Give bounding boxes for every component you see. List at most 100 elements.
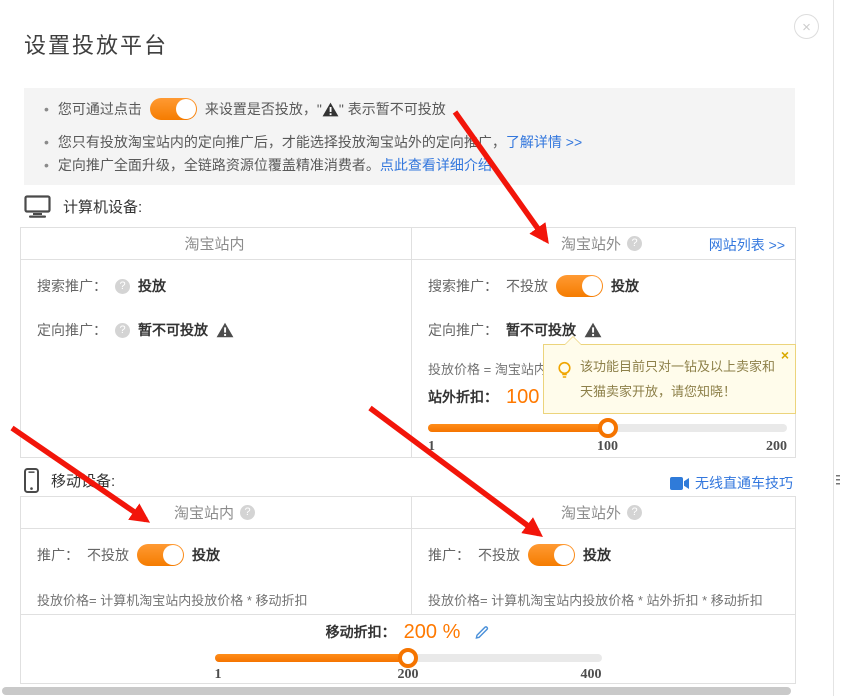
toggle-off-label: 不投放 — [87, 545, 129, 565]
learn-more-link[interactable]: 了解详情 >> — [506, 132, 582, 152]
edit-icon[interactable] — [474, 624, 490, 640]
horizontal-scrollbar[interactable] — [2, 687, 791, 695]
mobile-table-header: 淘宝站内 淘宝站外 — [21, 497, 795, 529]
computer-inside-cell: 搜索推广： 投放 定向推广： 暂不可投放 — [37, 259, 397, 341]
toggle-on-label: 投放 — [192, 545, 220, 565]
bullet-icon: • — [44, 134, 49, 150]
mobile-section-title: 移动设备: — [51, 470, 115, 491]
mobile-outside-formula: 投放价格= 计算机淘宝站内投放价格 * 站外折扣 * 移动折扣 — [428, 590, 787, 609]
outside-discount-slider[interactable] — [428, 424, 787, 432]
computer-icon — [24, 195, 51, 218]
warning-icon — [584, 322, 602, 338]
slider-ticks: 1 200 400 — [215, 668, 602, 682]
outside-discount-label: 站外折扣： — [428, 387, 498, 407]
toggle-knob — [176, 99, 196, 119]
toggle-knob — [582, 276, 602, 296]
info-box: • 您可通过点击 来设置是否投放，" " 表示暂不可投放 • 您只有投放淘宝站内… — [24, 88, 795, 185]
info-text: 定向推广全面升级，全链路资源位覆盖精准消费者。 — [58, 155, 380, 175]
info-text: 来设置是否投放，" — [205, 99, 322, 119]
promo-label: 推广： — [37, 545, 79, 565]
mobile-inside-toggle[interactable] — [137, 544, 184, 566]
slider-fill — [215, 654, 409, 662]
slider-handle[interactable] — [598, 418, 618, 438]
mobile-discount-row: 移动折扣： 200 % — [21, 619, 795, 645]
mobile-section-header: 移动设备: — [24, 468, 115, 493]
help-icon[interactable] — [115, 323, 130, 338]
tick-max: 200 — [766, 440, 787, 454]
tooltip-close-icon[interactable]: × — [781, 347, 789, 363]
target-promo-row: 定向推广： 暂不可投放 — [37, 319, 397, 341]
column-title: 淘宝站内 — [174, 502, 234, 523]
target-promo-label: 定向推广： — [37, 320, 107, 340]
mobile-outside-cell: 推广： 不投放 投放 投放价格= 计算机淘宝站内投放价格 * 站外折扣 * 移动… — [428, 528, 787, 609]
tick-min: 1 — [215, 668, 222, 682]
example-toggle[interactable] — [150, 98, 197, 120]
computer-section-header: 计算机设备: — [24, 195, 142, 218]
bullet-icon: • — [44, 101, 49, 117]
help-icon[interactable] — [627, 505, 642, 520]
search-promo-label: 搜索推广： — [37, 276, 107, 296]
help-icon[interactable] — [627, 236, 642, 251]
toggle-off-label: 不投放 — [478, 545, 520, 565]
search-promo-row: 搜索推广： 投放 — [37, 275, 397, 297]
set-platform-dialog: 设置投放平台 × • 您可通过点击 来设置是否投放，" " 表示暂不可投放 • … — [0, 0, 841, 696]
mobile-discount-slider-wrap: 1 200 400 — [215, 654, 602, 682]
tick-max: 400 — [581, 668, 602, 682]
right-gutter — [833, 0, 841, 696]
column-title: 淘宝站外 — [561, 502, 621, 523]
mobile-discount-label: 移动折扣： — [326, 622, 396, 642]
computer-table-header: 淘宝站内 淘宝站外 网站列表 >> — [21, 228, 795, 260]
mobile-table: 淘宝站内 淘宝站外 推广： 不投放 投放 投放价格= 计算机淘宝站内投放价格 *… — [20, 496, 796, 684]
slider-handle[interactable] — [398, 648, 418, 668]
toggle-on-label: 投放 — [611, 276, 639, 296]
column-title: 淘宝站内 — [184, 233, 244, 254]
help-icon[interactable] — [240, 505, 255, 520]
info-bullet-2: • 您只有投放淘宝站内的定向推广后，才能选择投放淘宝站外的定向推广， 了解详情 … — [44, 132, 795, 152]
tooltip-text: 该功能目前只对一钻及以上卖家和天猫卖家开放，请您知晓！ — [580, 359, 775, 399]
toggle-knob — [554, 545, 574, 565]
toggle-knob — [163, 545, 183, 565]
info-text: " 表示暂不可投放 — [339, 99, 446, 119]
target-promo-row: 定向推广： 暂不可投放 — [428, 319, 787, 341]
computer-table: 淘宝站内 淘宝站外 网站列表 >> 搜索推广： 投放 定向推广： 暂不可投放 — [20, 227, 796, 458]
bullet-icon: • — [44, 157, 49, 173]
page-title: 设置投放平台 — [24, 28, 168, 60]
site-list-link[interactable]: 网站列表 >> — [709, 235, 785, 255]
mobile-inside-cell: 推广： 不投放 投放 投放价格= 计算机淘宝站内投放价格 * 移动折扣 — [37, 528, 397, 609]
tick-mid: 100 — [597, 440, 618, 454]
column-title: 淘宝站外 — [561, 233, 621, 254]
slider-fill — [428, 424, 608, 432]
mobile-discount-slider[interactable] — [215, 654, 602, 662]
mobile-outside-header: 淘宝站外 — [408, 497, 795, 528]
dialog-close-button[interactable]: × — [794, 14, 819, 39]
info-text: 您只有投放淘宝站内的定向推广后，才能选择投放淘宝站外的定向推广， — [58, 132, 506, 152]
search-promo-value: 投放 — [138, 276, 166, 296]
mobile-outside-toggle[interactable] — [528, 544, 575, 566]
mobile-discount-value: 200 % — [404, 621, 461, 644]
computer-section-title: 计算机设备: — [63, 196, 142, 217]
toggle-on-label: 投放 — [583, 545, 611, 565]
promo-row: 推广： 不投放 投放 — [37, 544, 397, 566]
tick-min: 1 — [428, 440, 435, 454]
mobile-inside-formula: 投放价格= 计算机淘宝站内投放价格 * 移动折扣 — [37, 590, 397, 609]
search-promo-label: 搜索推广： — [428, 276, 498, 296]
warning-icon — [322, 102, 339, 117]
toggle-off-label: 不投放 — [506, 276, 548, 296]
info-bullet-1: • 您可通过点击 来设置是否投放，" " 表示暂不可投放 — [44, 96, 795, 122]
search-promo-row: 搜索推广： 不投放 投放 — [428, 275, 787, 297]
info-bullet-3: • 定向推广全面升级，全链路资源位覆盖精准消费者。 点此查看详细介绍 — [44, 155, 795, 175]
video-icon — [670, 477, 689, 490]
mobile-discount-section: 移动折扣： 200 % 1 200 400 — [21, 615, 795, 682]
computer-outside-header: 淘宝站外 网站列表 >> — [408, 228, 795, 259]
outside-search-toggle[interactable] — [556, 275, 603, 297]
target-promo-label: 定向推广： — [428, 320, 498, 340]
warning-icon — [216, 322, 234, 338]
wireless-tips-link[interactable]: 无线直通车技巧 — [670, 473, 793, 493]
tick-mid: 200 — [398, 668, 419, 682]
close-icon: × — [802, 19, 811, 36]
detail-intro-link[interactable]: 点此查看详细介绍 — [380, 155, 492, 175]
help-icon[interactable] — [115, 279, 130, 294]
info-text: 您可通过点击 — [58, 99, 142, 119]
column-divider — [411, 228, 412, 457]
promo-label: 推广： — [428, 545, 470, 565]
